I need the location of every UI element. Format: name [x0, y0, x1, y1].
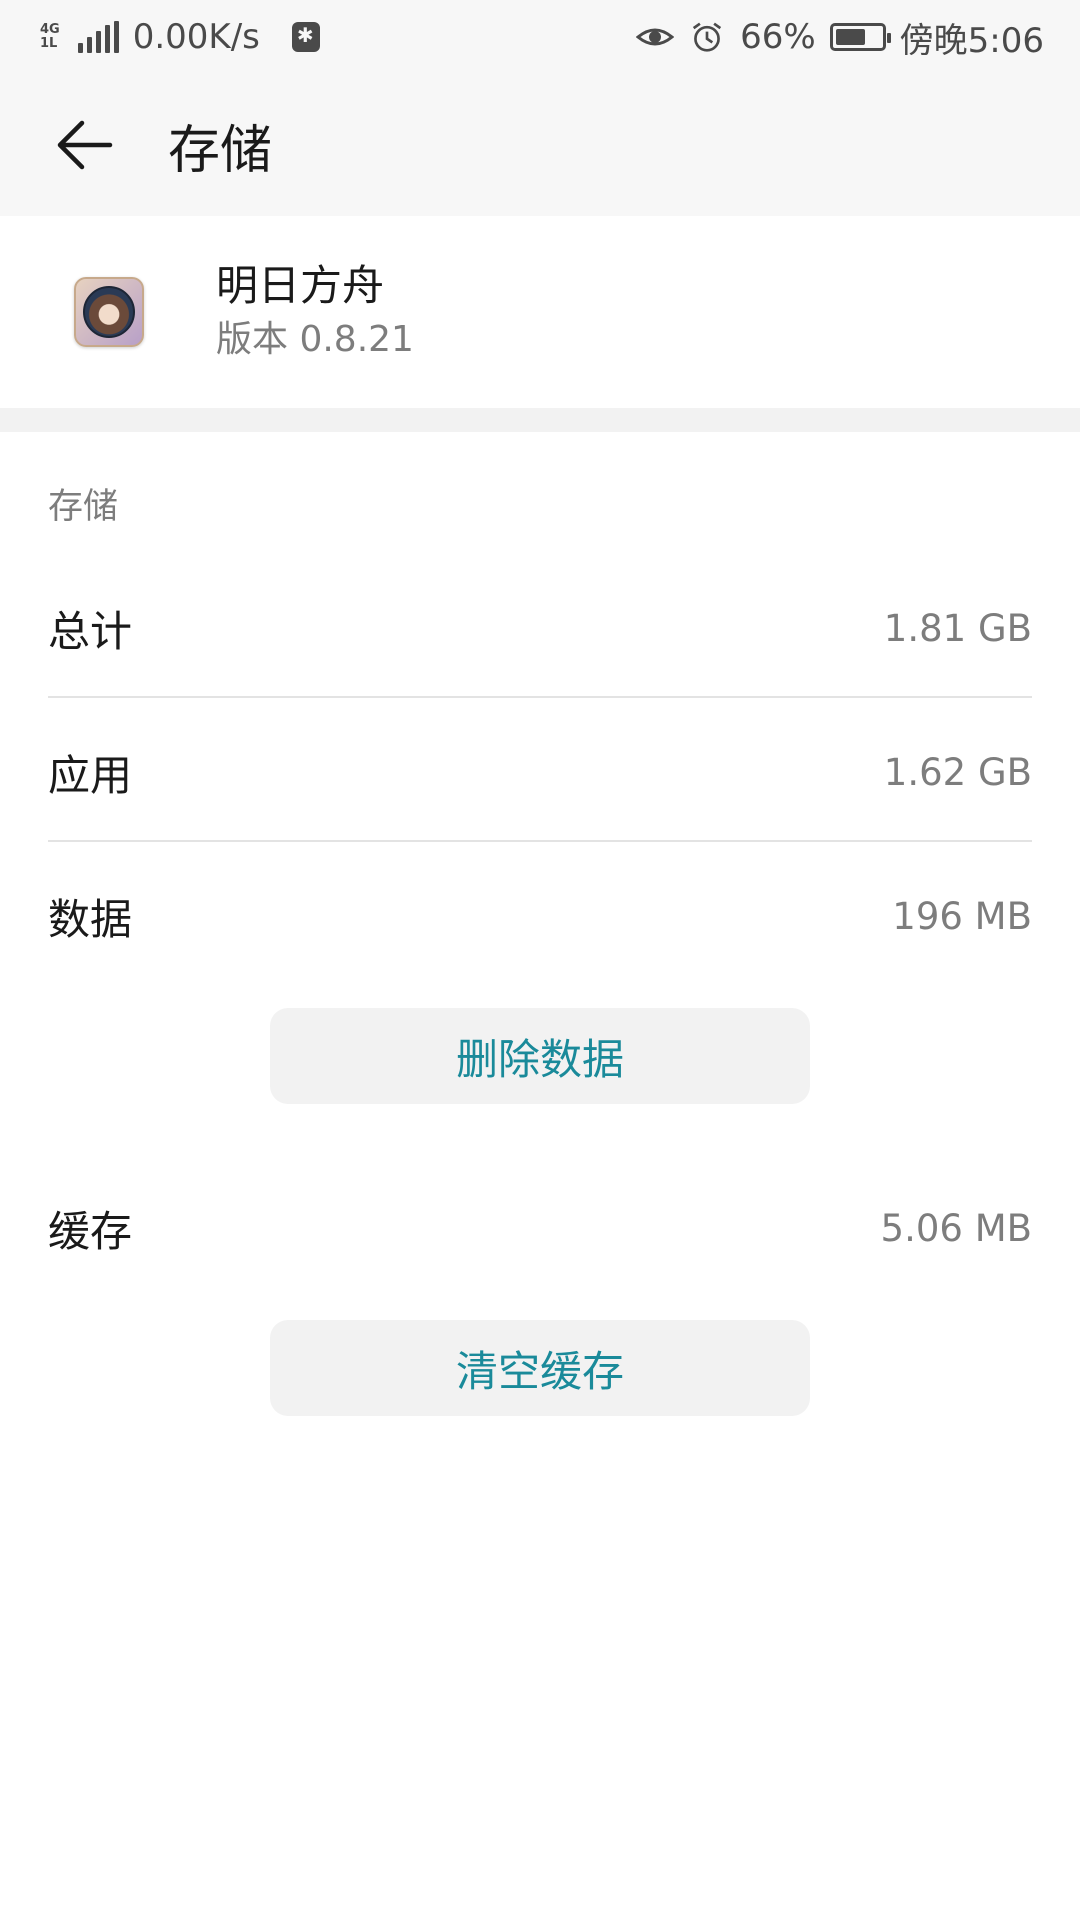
storage-row-data: 数据 196 MB: [48, 844, 1032, 988]
alarm-icon: [692, 22, 722, 52]
storage-row-value: 1.62 GB: [883, 750, 1032, 794]
status-bar: 4G 1L 0.00K/s 66% 傍晚5:06: [0, 0, 1080, 74]
delete-data-button[interactable]: 删除数据: [270, 1008, 810, 1104]
app-name: 明日方舟: [216, 261, 385, 310]
eye-icon: [636, 28, 675, 46]
battery-percent: 66%: [740, 17, 816, 57]
storage-row-app: 应用 1.62 GB: [48, 700, 1032, 844]
chat-notification-icon: [291, 22, 320, 52]
storage-row-value: 1.81 GB: [883, 606, 1032, 650]
app-icon-avatar: [83, 286, 135, 338]
row-divider: [48, 696, 1032, 698]
clear-cache-button[interactable]: 清空缓存: [270, 1320, 810, 1416]
status-bar-left: 4G 1L 0.00K/s: [40, 17, 320, 57]
storage-row-cache: 缓存 5.06 MB: [48, 1156, 1032, 1300]
storage-row-label: 数据: [48, 894, 133, 944]
battery-icon: [829, 23, 891, 51]
page-title: 存储: [168, 120, 273, 181]
storage-row-label: 缓存: [48, 1206, 133, 1256]
network-type: 4G 1L: [40, 23, 60, 51]
storage-row-total: 总计 1.81 GB: [48, 556, 1032, 700]
storage-row-label: 应用: [48, 750, 133, 800]
app-icon: [74, 277, 144, 347]
status-bar-right: 66% 傍晚5:06: [636, 13, 1044, 62]
row-divider: [48, 840, 1032, 842]
back-button[interactable]: [34, 95, 134, 195]
section-divider: [0, 408, 1080, 432]
clock: 傍晚5:06: [899, 20, 1044, 61]
network-speed: 0.00K/s: [132, 17, 260, 57]
section-label-storage: 存储: [48, 487, 119, 527]
app-text: 明日方舟 版本 0.8.21: [216, 258, 414, 366]
signal-icon: [77, 21, 119, 53]
arrow-left-icon: [57, 120, 113, 170]
storage-row-value: 196 MB: [892, 894, 1032, 938]
app-info: 明日方舟 版本 0.8.21: [0, 216, 1080, 408]
app-version: 版本 0.8.21: [216, 319, 414, 360]
network-sub-label: 1L: [40, 36, 58, 51]
network-type-label: 4G: [40, 22, 60, 37]
storage-row-label: 总计: [48, 606, 133, 656]
app-bar: 存储: [0, 74, 1080, 216]
battery-fill: [835, 29, 865, 45]
storage-row-value: 5.06 MB: [880, 1206, 1032, 1250]
